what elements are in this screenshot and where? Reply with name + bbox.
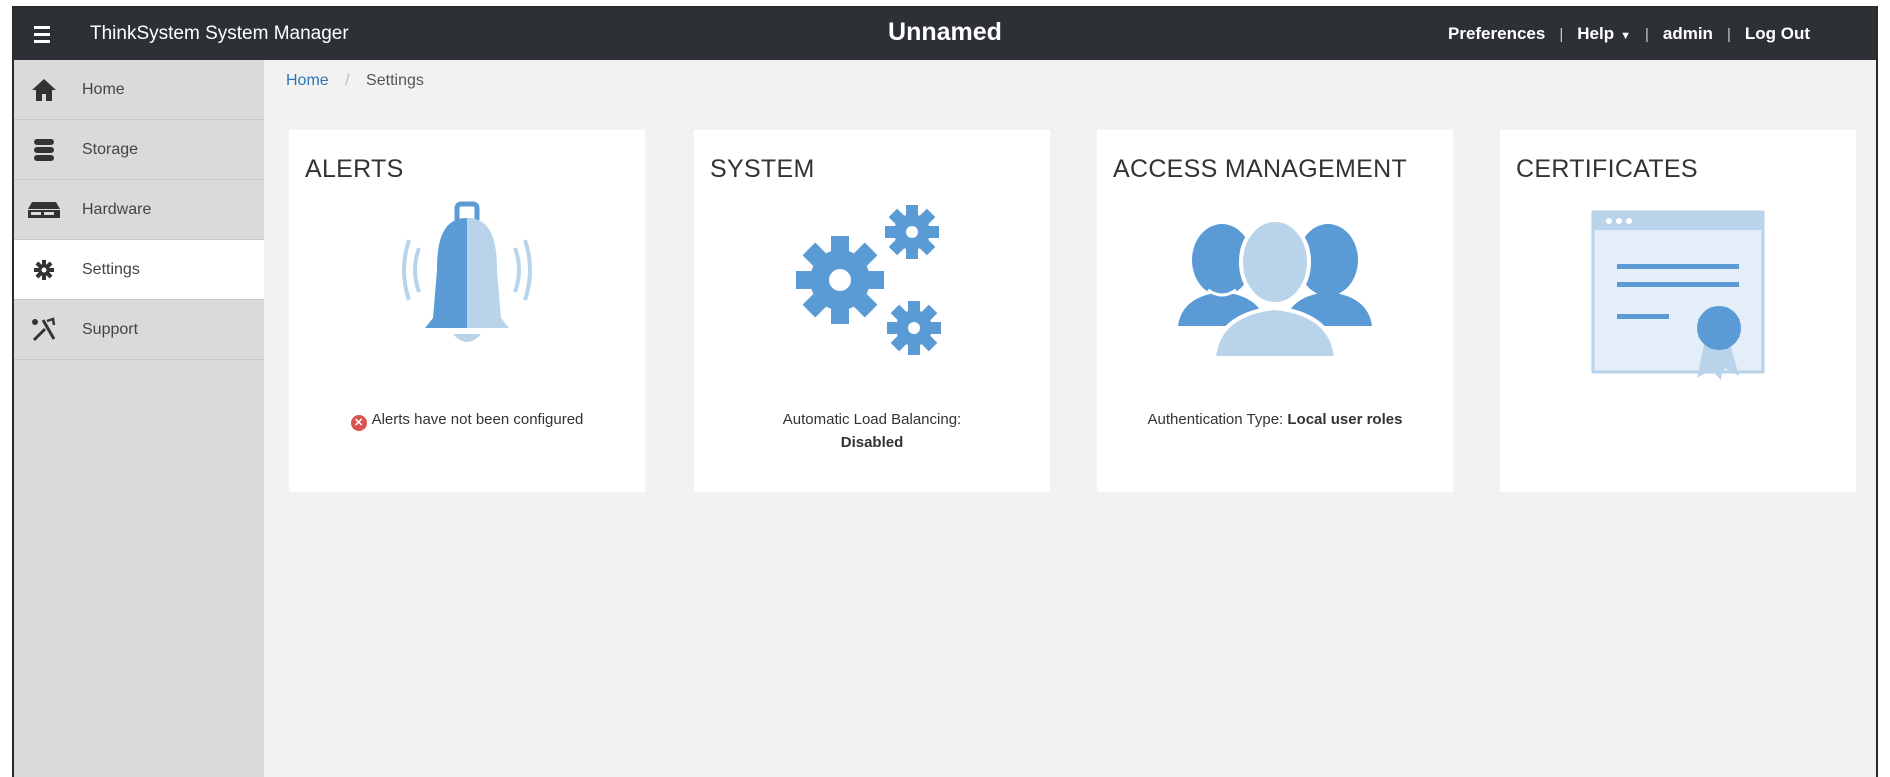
- system-tile[interactable]: SYSTEM Automatic Load Balancing: Disable…: [694, 130, 1050, 492]
- sidebar-item-label: Storage: [82, 140, 139, 158]
- storage-icon: [24, 135, 64, 165]
- error-icon: ✕: [350, 415, 367, 431]
- home-icon: [24, 75, 64, 105]
- sidebar-item-settings[interactable]: Settings: [14, 240, 264, 300]
- top-links: Preferences | Help ▼ | admin | Log Out: [1448, 8, 1810, 60]
- chevron-down-icon: ▼: [1620, 30, 1631, 42]
- certificate-icon: [1500, 200, 1856, 380]
- tile-title: SYSTEM: [710, 155, 815, 183]
- breadcrumb-separator: /: [345, 72, 350, 89]
- alerts-tile[interactable]: ALERTS ✕ Alerts have not been configured: [289, 130, 645, 492]
- hardware-icon: [24, 195, 64, 225]
- load-balancing-value: Disabled: [840, 434, 904, 451]
- gears-icon: [694, 200, 1050, 370]
- user-menu[interactable]: admin: [1663, 24, 1713, 44]
- help-label: Help: [1577, 24, 1615, 43]
- load-balancing-status: Automatic Load Balancing: Disabled: [714, 408, 1030, 454]
- sidebar: Home Storage Hardware Settings Support: [14, 60, 264, 777]
- tile-title: ACCESS MANAGEMENT: [1113, 155, 1408, 183]
- sidebar-item-hardware[interactable]: Hardware: [14, 180, 264, 240]
- app-title: ThinkSystem System Manager: [90, 23, 349, 44]
- breadcrumb: Home / Settings: [286, 72, 424, 90]
- logout-link[interactable]: Log Out: [1745, 24, 1810, 44]
- tools-icon: [24, 315, 64, 345]
- certificates-tile[interactable]: CERTIFICATES: [1500, 130, 1856, 492]
- sidebar-item-storage[interactable]: Storage: [14, 120, 264, 180]
- users-icon: [1097, 200, 1453, 370]
- help-menu[interactable]: Help ▼: [1577, 24, 1631, 44]
- breadcrumb-current: Settings: [366, 72, 424, 89]
- access-management-tile[interactable]: ACCESS MANAGEMENT Authentication Type: L…: [1097, 130, 1453, 492]
- sidebar-item-label: Hardware: [82, 200, 152, 218]
- bell-icon: [289, 200, 645, 370]
- tile-title: ALERTS: [305, 155, 404, 183]
- separator: |: [1726, 25, 1731, 43]
- sidebar-item-support[interactable]: Support: [14, 300, 264, 360]
- sidebar-item-label: Support: [82, 320, 139, 338]
- load-balancing-label: Automatic Load Balancing:: [782, 411, 962, 428]
- separator: |: [1559, 25, 1564, 43]
- authentication-value: Local user roles: [1287, 411, 1403, 428]
- alerts-status: ✕ Alerts have not been configured: [309, 408, 625, 431]
- preferences-link[interactable]: Preferences: [1448, 24, 1545, 44]
- authentication-label: Authentication Type:: [1147, 411, 1284, 428]
- system-name: Unnamed: [888, 18, 1002, 46]
- separator: |: [1644, 25, 1649, 43]
- breadcrumb-home[interactable]: Home: [286, 72, 329, 89]
- gear-icon: [24, 255, 64, 285]
- top-bar: ThinkSystem System Manager Unnamed Prefe…: [14, 8, 1876, 60]
- app-window: ThinkSystem System Manager Unnamed Prefe…: [12, 6, 1878, 777]
- alerts-message: Alerts have not been configured: [371, 411, 584, 428]
- sidebar-item-home[interactable]: Home: [14, 60, 264, 120]
- tile-title: CERTIFICATES: [1516, 155, 1698, 183]
- hamburger-icon[interactable]: [14, 8, 70, 60]
- sidebar-item-label: Home: [82, 80, 125, 98]
- sidebar-item-label: Settings: [82, 260, 140, 278]
- authentication-status: Authentication Type: Local user roles: [1117, 408, 1433, 431]
